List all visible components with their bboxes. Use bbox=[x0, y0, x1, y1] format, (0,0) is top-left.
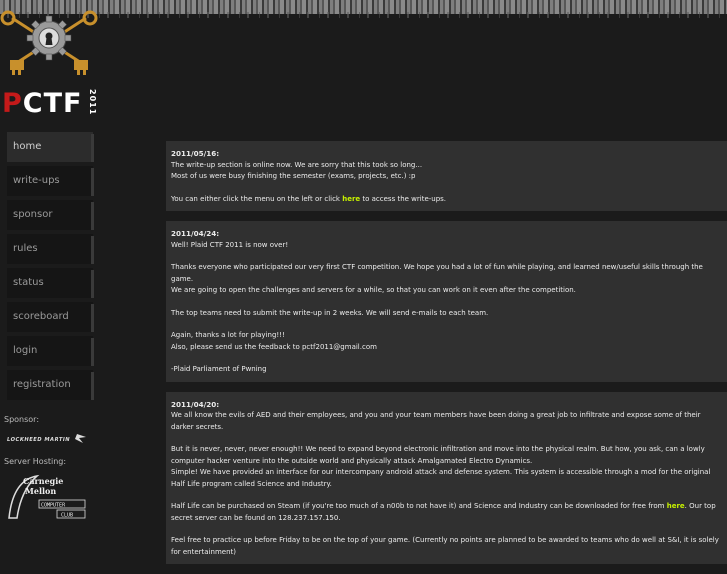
post-paragraph: Half Life can be purchased on Steam (if … bbox=[171, 502, 716, 522]
news-post: 2011/04/24: Well! Plaid CTF 2011 is now … bbox=[166, 221, 727, 382]
news-post: 2011/05/16: The write-up section is onli… bbox=[166, 141, 727, 211]
post-date: 2011/05/16: bbox=[171, 149, 220, 158]
nav-item-rules[interactable]: rules bbox=[7, 234, 94, 264]
nav-item-registration[interactable]: registration bbox=[7, 370, 94, 400]
hosting-label: Server Hosting: bbox=[4, 457, 67, 466]
nav-item-login[interactable]: login bbox=[7, 336, 94, 366]
news-post: 2011/04/20: We all know the evils of AED… bbox=[166, 391, 727, 564]
sponsor-label: Sponsor: bbox=[4, 415, 40, 424]
post-paragraph: The write-up section is online now. We a… bbox=[171, 160, 423, 181]
nav-item-sponsor[interactable]: sponsor bbox=[7, 200, 94, 230]
post-signature: -Plaid Parliament of Pwning bbox=[171, 365, 267, 373]
post-paragraph: But it is never, never, never enough!! W… bbox=[171, 445, 711, 488]
lockheed-martin-logo[interactable]: LOCKHEED MARTIN bbox=[7, 429, 87, 443]
post-date: 2011/04/24: bbox=[171, 229, 220, 238]
svg-text:Carnegie: Carnegie bbox=[23, 476, 63, 486]
download-link[interactable]: here bbox=[667, 502, 685, 510]
cmu-computer-club-logo[interactable]: Carnegie Mellon COMPUTER CLUB bbox=[7, 470, 87, 520]
svg-text:LOCKHEED MARTIN: LOCKHEED MARTIN bbox=[7, 437, 70, 443]
news-feed: 2011/05/16: The write-up section is onli… bbox=[166, 141, 727, 574]
post-paragraph: Thanks everyone who participated our ver… bbox=[171, 263, 703, 294]
nav-item-home[interactable]: home bbox=[7, 132, 94, 162]
main-nav: home write-ups sponsor rules status scor… bbox=[7, 132, 94, 404]
nav-item-status[interactable]: status bbox=[7, 268, 94, 298]
post-paragraph: Again, thanks a lot for playing!!! Also,… bbox=[171, 331, 377, 351]
post-date: 2011/04/20: bbox=[171, 399, 220, 409]
nav-item-write-ups[interactable]: write-ups bbox=[7, 166, 94, 196]
write-ups-link[interactable]: here bbox=[342, 195, 360, 203]
pctf-logo[interactable]: PCTF 2011 bbox=[0, 8, 100, 119]
grunge-header-border bbox=[0, 0, 727, 18]
post-paragraph: We all know the evils of AED and their e… bbox=[171, 411, 701, 431]
svg-text:CLUB: CLUB bbox=[61, 513, 73, 519]
keyhole-gear-icon bbox=[0, 10, 98, 75]
logo-wordmark: PCTF bbox=[2, 88, 83, 119]
logo-year: 2011 bbox=[88, 89, 97, 116]
nav-item-scoreboard[interactable]: scoreboard bbox=[7, 302, 94, 332]
post-paragraph: Well! Plaid CTF 2011 is now over! bbox=[171, 240, 289, 249]
star-icon bbox=[75, 434, 86, 443]
post-paragraph: You can either click the menu on the lef… bbox=[171, 194, 447, 203]
svg-text:Mellon: Mellon bbox=[25, 486, 56, 496]
post-paragraph: The top teams need to submit the write-u… bbox=[171, 308, 489, 317]
svg-text:COMPUTER: COMPUTER bbox=[41, 503, 66, 509]
post-paragraph: Feel free to practice up before Friday t… bbox=[171, 536, 719, 556]
